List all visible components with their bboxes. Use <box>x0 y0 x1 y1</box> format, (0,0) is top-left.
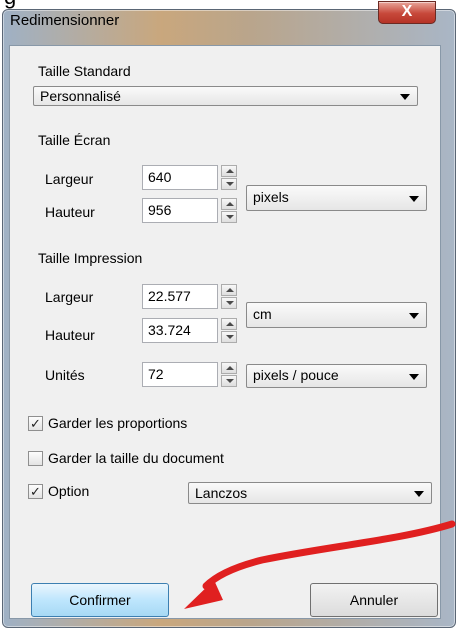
ecran-unit-select[interactable]: pixels <box>246 185 427 211</box>
spin-down-icon[interactable] <box>221 211 237 223</box>
garder-taille-document-label[interactable]: Garder la taille du document <box>48 450 224 466</box>
dialog-title: Redimensionner <box>10 12 120 29</box>
option-checkbox[interactable]: ✓ <box>28 484 43 499</box>
spin-up-icon[interactable] <box>221 284 237 296</box>
spin-up-icon[interactable] <box>221 165 237 177</box>
impression-largeur-spinner[interactable] <box>221 284 237 309</box>
spin-up-icon[interactable] <box>221 318 237 330</box>
resolution-value: pixels / pouce <box>253 367 339 383</box>
ecran-hauteur-input[interactable]: 956 <box>142 198 218 223</box>
unites-label: Unités <box>45 367 85 383</box>
option-select[interactable]: Lanczos <box>188 482 432 504</box>
ecran-largeur-input[interactable]: 640 <box>142 165 218 190</box>
ecran-hauteur-spinner[interactable] <box>221 198 237 223</box>
close-button[interactable]: X <box>378 1 436 24</box>
option-value: Lanczos <box>195 485 248 501</box>
confirm-button[interactable]: Confirmer <box>31 583 169 617</box>
impression-hauteur-input[interactable]: 33.724 <box>142 318 218 343</box>
garder-proportions-label[interactable]: Garder les proportions <box>48 415 187 431</box>
impression-unit-select[interactable]: cm <box>246 302 427 328</box>
impression-largeur-label: Largeur <box>45 289 94 305</box>
spin-down-icon[interactable] <box>221 375 237 387</box>
garder-taille-document-checkbox[interactable] <box>28 451 43 466</box>
spin-up-icon[interactable] <box>221 362 237 374</box>
taille-standard-label: Taille Standard <box>38 63 131 79</box>
ecran-unit-value: pixels <box>253 189 289 205</box>
taille-standard-select[interactable]: Personnalisé <box>33 86 418 106</box>
dialog-client-area: Taille Standard Personnalisé Taille Écra… <box>9 45 441 619</box>
chevron-down-icon <box>400 94 410 100</box>
spin-down-icon[interactable] <box>221 297 237 309</box>
spin-up-icon[interactable] <box>221 198 237 210</box>
unites-spinner[interactable] <box>221 362 237 387</box>
ecran-hauteur-label: Hauteur <box>45 204 95 220</box>
chevron-down-icon <box>409 196 419 202</box>
impression-hauteur-spinner[interactable] <box>221 318 237 343</box>
garder-proportions-checkbox[interactable]: ✓ <box>28 416 43 431</box>
chevron-down-icon <box>414 491 424 497</box>
chevron-down-icon <box>409 374 419 380</box>
taille-standard-value: Personnalisé <box>40 88 121 104</box>
impression-unit-value: cm <box>253 306 272 322</box>
resolution-select[interactable]: pixels / pouce <box>246 364 427 388</box>
option-label[interactable]: Option <box>48 483 89 499</box>
unites-input[interactable]: 72 <box>142 362 218 387</box>
chevron-down-icon <box>409 313 419 319</box>
impression-largeur-input[interactable]: 22.577 <box>142 284 218 309</box>
spin-down-icon[interactable] <box>221 178 237 190</box>
spin-down-icon[interactable] <box>221 331 237 343</box>
ecran-largeur-label: Largeur <box>45 171 94 187</box>
impression-hauteur-label: Hauteur <box>45 327 95 343</box>
taille-impression-label: Taille Impression <box>38 250 143 266</box>
cancel-button[interactable]: Annuler <box>310 583 438 617</box>
taille-ecran-label: Taille Écran <box>38 132 111 148</box>
ecran-largeur-spinner[interactable] <box>221 165 237 190</box>
